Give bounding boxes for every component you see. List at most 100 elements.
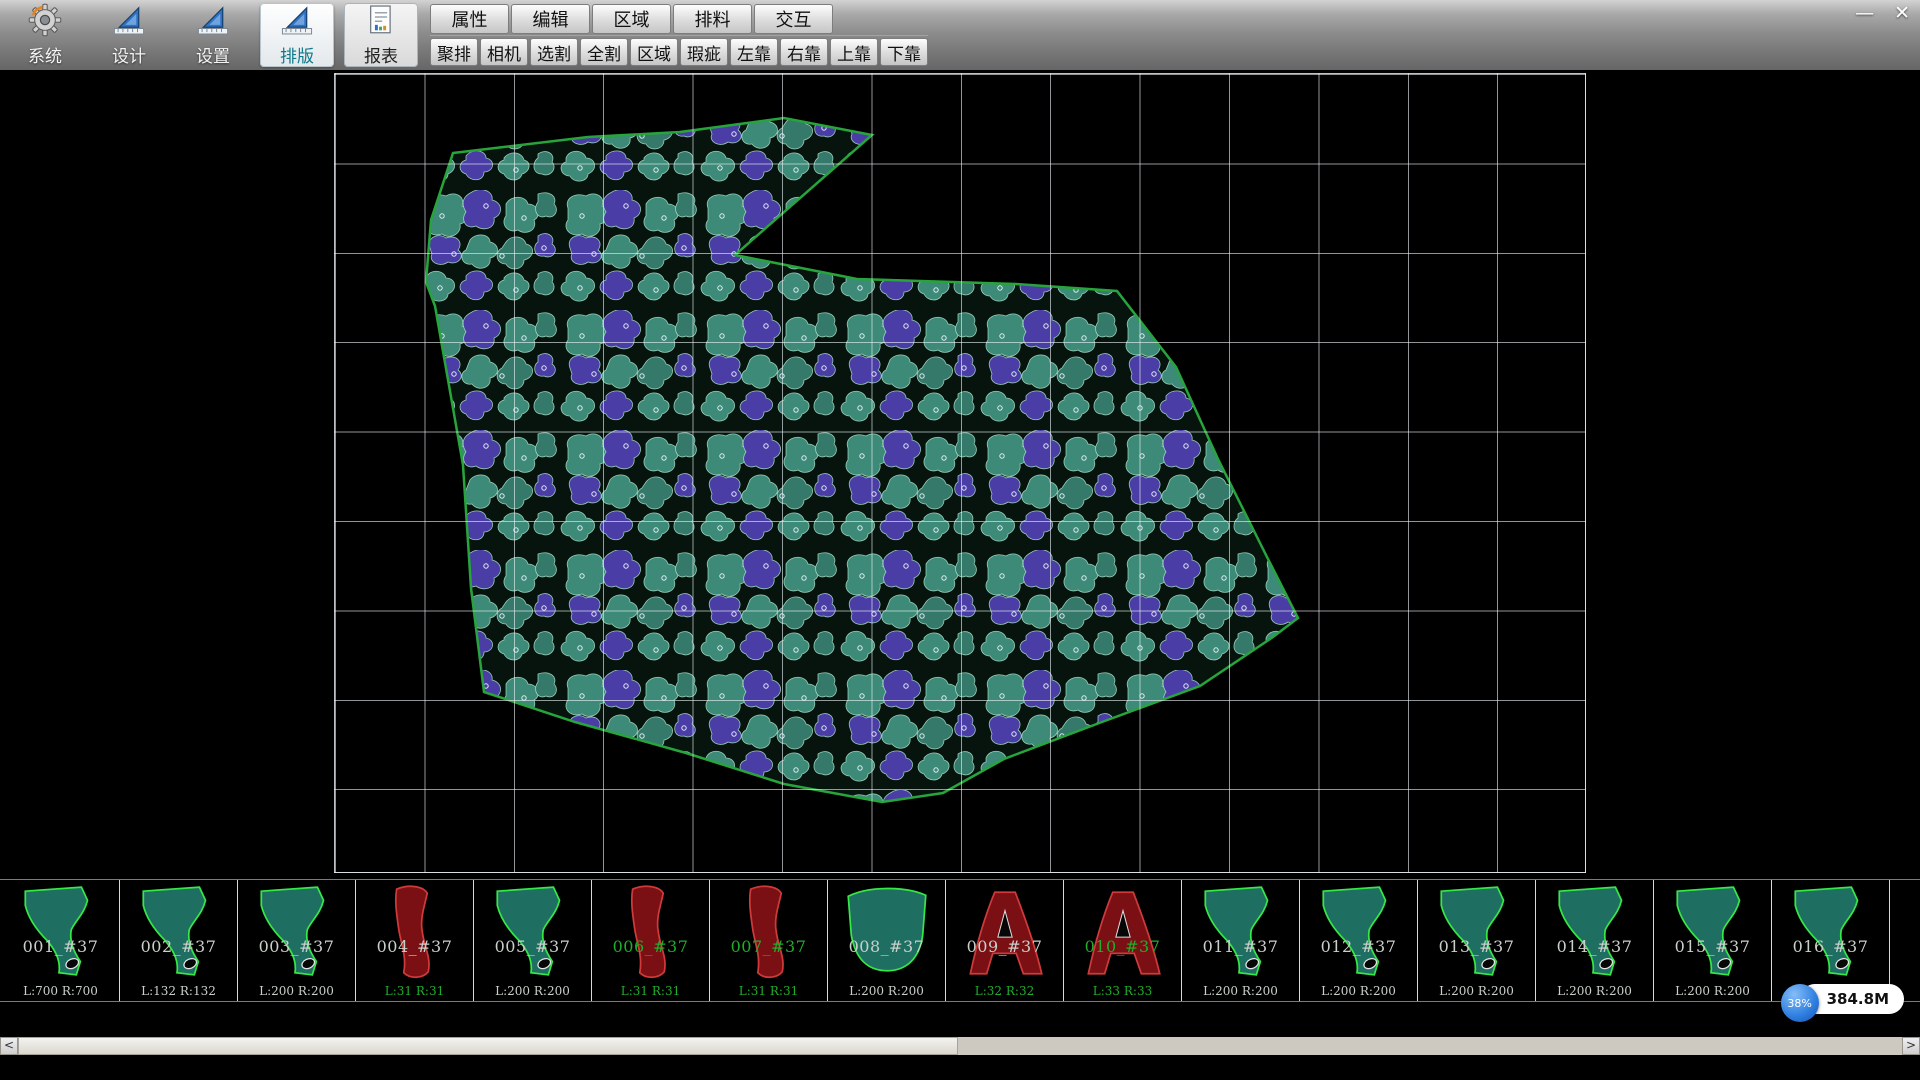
canvas-area[interactable] [0,70,1920,879]
tool-align-top[interactable]: 上靠 [830,38,878,66]
status-badge: 384.8M 38% [1781,984,1904,1022]
close-button[interactable]: ✕ [1894,3,1910,23]
thumbnail-cell[interactable]: 011_#37 L:200 R:200 [1182,880,1300,1001]
piece-lr-count: L:200 R:200 [1418,984,1535,998]
thumbnail-cell[interactable]: 016_#37 L:200 R:200 [1772,880,1890,1001]
gear-icon [28,3,62,41]
piece-shape [242,882,352,984]
piece-shape [124,882,234,984]
tab-region[interactable]: 区域 [592,4,671,34]
tab-interaction[interactable]: 交互 [754,4,833,34]
tool-align-left[interactable]: 左靠 [730,38,778,66]
piece-label: 010_#37 [1064,937,1181,956]
nav-button-report[interactable]: 报表 [344,3,418,67]
piece-shape [1658,882,1768,984]
piece-label: 002_#37 [120,937,237,956]
nav-button-nesting[interactable]: 排版 [260,3,334,67]
horizontal-scrollbar[interactable]: < > [0,1037,1920,1055]
thumbnail-cell[interactable]: 008_#37 L:200 R:200 [828,880,946,1001]
piece-label: 016_#37 [1772,937,1889,956]
piece-lr-count: L:31 R:31 [356,984,473,998]
thumbnail-cell[interactable]: 003_#37 L:200 R:200 [238,880,356,1001]
thumbnail-cell[interactable]: 015_#37 L:200 R:200 [1654,880,1772,1001]
piece-shape [1304,882,1414,984]
piece-label: 007_#37 [710,937,827,956]
piece-shape [1540,882,1650,984]
tab-edit[interactable]: 编辑 [511,4,590,34]
piece-lr-count: L:200 R:200 [474,984,591,998]
tool-select-cut[interactable]: 选割 [530,38,578,66]
piece-shape [714,882,824,984]
nav-button-design[interactable]: 设计 [92,3,166,67]
nav-button-label: 报表 [364,42,398,67]
piece-shape [596,882,706,984]
toolbar: 系统 设计 设置 [0,0,1920,70]
thumbnail-cell[interactable]: 001_#37 L:700 R:700 [2,880,120,1001]
menu-tab-row: 属性 编辑 区域 排料 交互 [430,2,928,35]
piece-shape [478,882,588,984]
ruler-icon [112,3,146,41]
tool-cluster-nest[interactable]: 聚排 [430,38,478,66]
thumbnail-cell[interactable]: 014_#37 L:200 R:200 [1536,880,1654,1001]
piece-label: 012_#37 [1300,937,1417,956]
piece-lr-count: L:31 R:31 [592,984,709,998]
thumbnail-cell[interactable]: 002_#37 L:132 R:132 [120,880,238,1001]
piece-shape [360,882,470,984]
minimize-button[interactable]: — [1855,3,1874,23]
piece-label: 015_#37 [1654,937,1771,956]
piece-lr-count: L:32 R:32 [946,984,1063,998]
piece-shape [1068,882,1178,984]
tool-cut-all[interactable]: 全割 [580,38,628,66]
ruler-icon [196,3,230,41]
piece-shape [950,882,1060,984]
thumbnail-cell[interactable]: 009_#37 L:32 R:32 [946,880,1064,1001]
tab-properties[interactable]: 属性 [430,4,509,34]
piece-label: 001_#37 [2,937,119,956]
nav-button-label: 排版 [280,42,314,67]
scroll-right-arrow[interactable]: > [1902,1037,1920,1055]
piece-label: 013_#37 [1418,937,1535,956]
ruler-icon [280,3,314,41]
thumbnail-cell[interactable]: 013_#37 L:200 R:200 [1418,880,1536,1001]
piece-lr-count: L:200 R:200 [238,984,355,998]
tab-nesting[interactable]: 排料 [673,4,752,34]
nav-button-system[interactable]: 系统 [8,3,82,67]
tool-camera[interactable]: 相机 [480,38,528,66]
piece-shape [6,882,116,984]
piece-lr-count: L:31 R:31 [710,984,827,998]
thumbnail-cell[interactable]: 012_#37 L:200 R:200 [1300,880,1418,1001]
piece-label: 006_#37 [592,937,709,956]
tool-defect[interactable]: 瑕疵 [680,38,728,66]
nav-button-label: 系统 [28,42,62,67]
thumbnail-cell[interactable]: 010_#37 L:33 R:33 [1064,880,1182,1001]
thumbnail-cell[interactable]: 005_#37 L:200 R:200 [474,880,592,1001]
report-icon [364,3,398,41]
piece-label: 011_#37 [1182,937,1299,956]
progress-circle: 38% [1781,984,1819,1022]
tool-align-bottom[interactable]: 下靠 [880,38,928,66]
nav-buttons: 系统 设计 设置 [0,0,430,70]
tool-region[interactable]: 区域 [630,38,678,66]
scroll-left-arrow[interactable]: < [0,1037,18,1055]
thumbnail-strip: 001_#37 L:700 R:700 002_#37 L:132 R:132 … [0,879,1920,1002]
piece-label: 003_#37 [238,937,355,956]
nested-hide-graphic [0,70,1920,879]
thumbnail-cell[interactable]: 007_#37 L:31 R:31 [710,880,828,1001]
scrollbar-thumb[interactable] [18,1037,958,1055]
tool-button-row: 聚排 相机 选割 全割 区域 瑕疵 左靠 右靠 上靠 下靠 [430,35,928,68]
piece-shape [1422,882,1532,984]
thumbnail-cell[interactable]: 006_#37 L:31 R:31 [592,880,710,1001]
nav-button-settings[interactable]: 设置 [176,3,250,67]
piece-shape [832,882,942,984]
thumbnail-cell[interactable]: 004_#37 L:31 R:31 [356,880,474,1001]
piece-label: 008_#37 [828,937,945,956]
nav-button-label: 设置 [196,42,230,67]
menu-area: 属性 编辑 区域 排料 交互 聚排 相机 选割 全割 区域 瑕疵 左靠 右靠 上… [430,0,928,70]
piece-lr-count: L:200 R:200 [828,984,945,998]
tool-align-right[interactable]: 右靠 [780,38,828,66]
piece-label: 014_#37 [1536,937,1653,956]
leather-hide-outline [426,118,1298,802]
piece-label: 009_#37 [946,937,1063,956]
nav-button-label: 设计 [112,42,146,67]
piece-shape [1776,882,1886,984]
